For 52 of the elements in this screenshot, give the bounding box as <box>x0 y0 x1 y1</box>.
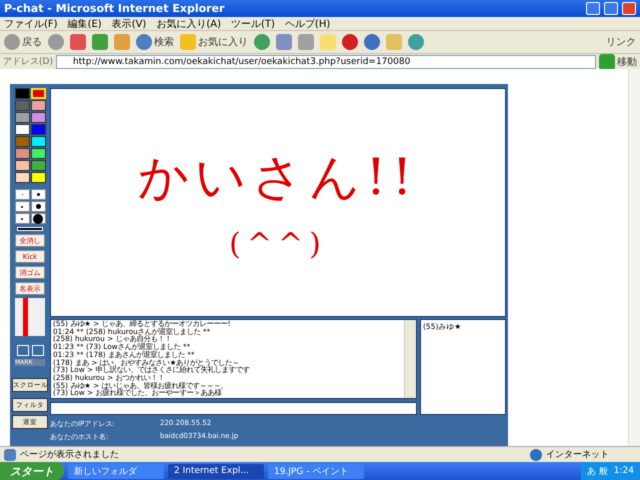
filter-input-field[interactable] <box>50 402 417 415</box>
envelope-icon[interactable] <box>16 345 28 356</box>
zone-text: インターネット <box>546 449 610 461</box>
menu-item[interactable]: お気に入り(A) <box>156 16 221 30</box>
color-swatch[interactable] <box>30 172 46 183</box>
color-swatch[interactable] <box>14 124 30 135</box>
color-swatch[interactable] <box>30 124 46 135</box>
taskbar-button[interactable]: 2 Internet Expl... <box>168 464 264 478</box>
menu-item[interactable]: 表示(V) <box>112 16 146 30</box>
line-width-icon[interactable] <box>17 227 43 231</box>
color-swatch[interactable] <box>14 112 30 123</box>
color-swatch[interactable] <box>14 136 30 147</box>
back-button[interactable]: 戻る <box>4 34 42 50</box>
scrollbar[interactable] <box>404 320 416 398</box>
menu-item[interactable]: ツール(T) <box>231 16 275 30</box>
color-swatch[interactable] <box>14 100 30 111</box>
page-scrollbar[interactable] <box>628 69 640 446</box>
color-swatch[interactable] <box>30 112 46 123</box>
close-button[interactable] <box>622 2 636 15</box>
menu-item[interactable]: 編集(E) <box>68 16 102 30</box>
color-swatch[interactable] <box>14 172 30 183</box>
color-swatch[interactable] <box>30 100 46 111</box>
color-swatch[interactable] <box>14 148 30 159</box>
brush-size-option[interactable] <box>30 201 46 212</box>
color-swatch[interactable] <box>30 136 46 147</box>
search-button[interactable]: 検索 <box>136 34 174 50</box>
color-swatch[interactable] <box>30 148 46 159</box>
address-field[interactable]: http://www.takamin.com/oekakichat/user/oekakichat3.php?userid=170080 <box>56 54 596 68</box>
color-swatch[interactable] <box>14 88 30 99</box>
window-title: P-chat - Microsoft Internet Explorer <box>4 2 226 15</box>
status-text: ページが表示されました <box>20 448 120 461</box>
brush-size-option[interactable] <box>30 189 46 200</box>
address-label: アドレス(D) <box>3 56 53 68</box>
favorites-button[interactable]: お気に入り <box>180 34 248 50</box>
menu-item[interactable]: ファイル(F) <box>4 16 58 30</box>
clock: 1:24 <box>614 466 634 476</box>
minimize-button[interactable] <box>586 2 600 15</box>
maximize-button[interactable] <box>604 2 618 15</box>
go-button[interactable]: 移動 <box>599 54 637 70</box>
handwritten-text: かいさん!! <box>138 146 418 208</box>
taskbar-button[interactable]: 19.JPG - ペイント <box>268 464 364 478</box>
menu-item[interactable]: ヘルプ(H) <box>284 16 330 30</box>
drawing-canvas[interactable]: かいさん!! (^^) <box>50 88 506 317</box>
start-button[interactable]: スタート <box>0 462 64 480</box>
brush-size-option[interactable] <box>30 213 46 224</box>
color-swatch[interactable] <box>30 160 46 171</box>
handwritten-text: (^^) <box>229 226 327 262</box>
color-slider[interactable] <box>15 298 45 336</box>
taskbar-button[interactable]: 新しいフォルダ <box>68 464 164 478</box>
color-swatch[interactable] <box>14 160 30 171</box>
links-button[interactable]: リンク <box>606 35 636 49</box>
envelope-icon[interactable] <box>32 345 44 356</box>
